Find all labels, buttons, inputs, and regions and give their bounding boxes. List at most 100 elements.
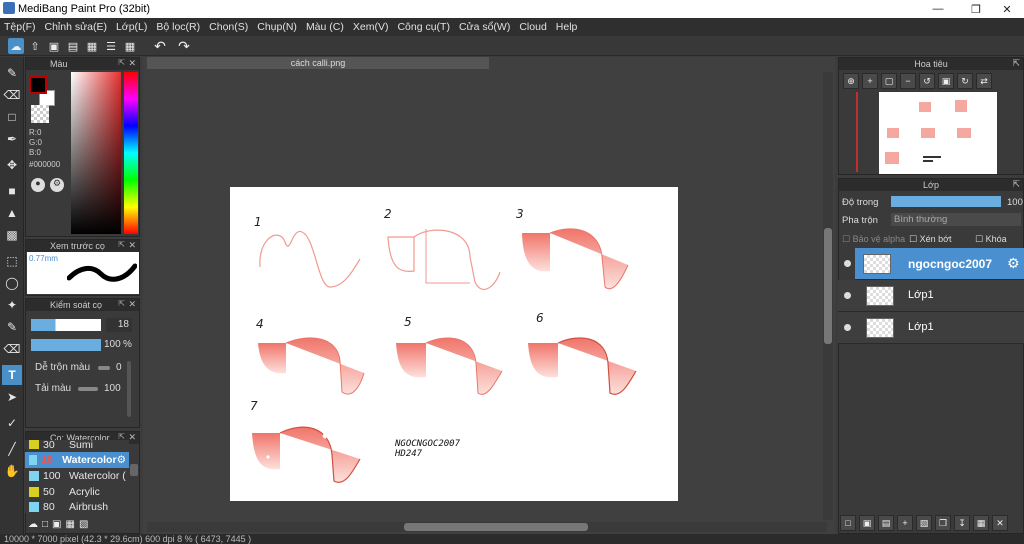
rotate-left-icon[interactable]: ↺: [919, 73, 935, 89]
pin-icon[interactable]: ⇱: [118, 240, 125, 249]
transparent-swatch[interactable]: [31, 105, 49, 123]
brush-list-item[interactable]: 100 Watercolor (: [25, 468, 129, 484]
foreground-color-swatch[interactable]: [29, 76, 47, 94]
brush-settings-icon[interactable]: ▦: [66, 519, 75, 530]
menu-help[interactable]: Help: [556, 21, 578, 33]
zoom-in-icon[interactable]: +: [862, 73, 878, 89]
add-brush-cloud-icon[interactable]: ☁: [28, 519, 38, 530]
brush-list-item[interactable]: 50 Acrylic: [25, 484, 129, 500]
document-tab[interactable]: cách calli.png: [147, 57, 489, 69]
new-halftone-layer-icon[interactable]: ▣: [859, 515, 875, 531]
pin-icon[interactable]: ⇱: [118, 58, 125, 67]
menu-color[interactable]: Màu (C): [306, 21, 344, 33]
actual-size-icon[interactable]: ▢: [881, 73, 897, 89]
layer-visibility-icon[interactable]: [844, 292, 851, 299]
menu-cloud[interactable]: Cloud: [519, 21, 546, 33]
close-icon[interactable]: ✕: [128, 240, 136, 251]
page-icon[interactable]: ▦: [84, 38, 100, 54]
close-icon[interactable]: ✕: [128, 299, 136, 310]
brush-opacity-slider[interactable]: [31, 339, 101, 351]
menu-view[interactable]: Xem(V): [353, 21, 389, 33]
brush-list-item[interactable]: 18 Watercolor ⚙: [25, 452, 129, 468]
menu-edit[interactable]: Chỉnh sửa(E): [45, 21, 107, 33]
palette-icon[interactable]: ●: [31, 178, 45, 192]
delete-layer-icon[interactable]: ✕: [992, 515, 1008, 531]
eyedropper-tool-icon[interactable]: ✓: [2, 413, 22, 433]
dot-tool-icon[interactable]: □: [2, 107, 22, 127]
lock-checkbox[interactable]: ☐ Khóa: [975, 234, 1007, 245]
brush-list-item[interactable]: 30 Sumi: [25, 440, 129, 449]
load-slider[interactable]: [78, 387, 98, 391]
text-tool-icon[interactable]: T: [2, 365, 22, 385]
new-layer-icon[interactable]: □: [840, 515, 856, 531]
horizontal-scroll-thumb[interactable]: [404, 523, 588, 531]
magic-wand-tool-icon[interactable]: ✦: [2, 295, 22, 315]
menu-snap[interactable]: Chụp(N): [257, 21, 297, 33]
brush-list-item[interactable]: 80 Airbrush: [25, 500, 129, 513]
vertical-scroll-thumb[interactable]: [824, 228, 832, 344]
layer-settings-icon[interactable]: ▦: [973, 515, 989, 531]
minimize-button[interactable]: —: [921, 0, 955, 18]
comment-icon[interactable]: ▣: [46, 38, 62, 54]
menu-tools[interactable]: Công cụ(T): [397, 21, 450, 33]
gradient-tool-icon[interactable]: ▩: [2, 225, 22, 245]
pin-icon[interactable]: ⇱: [118, 299, 125, 308]
menu-select[interactable]: Chọn(S): [209, 21, 248, 33]
close-icon[interactable]: ✕: [128, 58, 136, 69]
close-icon[interactable]: ⇱: [1012, 179, 1020, 190]
export-icon[interactable]: ⇧: [27, 38, 43, 54]
gear-icon[interactable]: ⚙: [1007, 255, 1020, 272]
layer-visibility-icon[interactable]: [844, 260, 851, 267]
undo-icon[interactable]: ↶: [152, 38, 168, 54]
bucket-tool-icon[interactable]: ▲: [2, 203, 22, 223]
select-rect-tool-icon[interactable]: ⬚: [2, 251, 22, 271]
saturation-value-picker[interactable]: [71, 72, 121, 234]
layer-opacity-slider[interactable]: [891, 196, 1001, 207]
folder-icon[interactable]: ▧: [79, 519, 88, 530]
new-8bit-layer-icon[interactable]: ▤: [878, 515, 894, 531]
hand-tool-icon[interactable]: ✋: [2, 461, 22, 481]
grid-icon[interactable]: ▦: [122, 38, 138, 54]
maximize-button[interactable]: ❐: [959, 0, 993, 18]
select-pen-tool-icon[interactable]: ✎: [2, 317, 22, 337]
brush-size-value[interactable]: 18: [106, 318, 132, 332]
protect-alpha-checkbox[interactable]: ☐ Bảo vệ alpha: [842, 234, 905, 245]
menu-filter[interactable]: Bộ lọc(R): [156, 21, 200, 33]
select-eraser-tool-icon[interactable]: ⌫: [2, 339, 22, 359]
zoom-fit-icon[interactable]: ⊕: [843, 73, 859, 89]
layer-row-selected[interactable]: ngocngoc2007 ⚙: [844, 248, 1024, 280]
add-brush-icon[interactable]: ▣: [52, 519, 61, 530]
brush-control-scrollbar[interactable]: [127, 361, 131, 417]
flip-icon[interactable]: ⇄: [976, 73, 992, 89]
menu-layer[interactable]: Lớp(L): [116, 21, 147, 33]
layer-row[interactable]: Lớp1: [838, 280, 1024, 312]
pen-tool-icon[interactable]: ✒: [2, 129, 22, 149]
merge-down-icon[interactable]: ↧: [954, 515, 970, 531]
brush-list-scrollbar[interactable]: [130, 464, 138, 476]
folder-icon[interactable]: ▧: [916, 515, 932, 531]
move-tool-icon[interactable]: ✥: [2, 155, 22, 175]
zoom-out-icon[interactable]: −: [900, 73, 916, 89]
fit-screen-icon[interactable]: ▣: [938, 73, 954, 89]
palette-settings-icon[interactable]: ⚙: [50, 178, 64, 192]
menu-window[interactable]: Cửa sổ(W): [459, 21, 510, 33]
hue-slider[interactable]: [124, 72, 138, 234]
eraser-tool-icon[interactable]: ⌫: [2, 85, 22, 105]
cloud-icon[interactable]: ☁: [8, 38, 24, 54]
operation-tool-icon[interactable]: ➤: [2, 387, 22, 407]
navigator-thumbnail[interactable]: [879, 92, 997, 174]
brush-tool-icon[interactable]: ✎: [2, 63, 22, 83]
blend-mode-select[interactable]: Bình thường: [891, 213, 1021, 226]
menu-file[interactable]: Tệp(F): [4, 21, 36, 33]
canvas-document[interactable]: 1 2 3 4 5 6 7 NGOCNGOC2007 HD247: [230, 187, 678, 501]
redo-icon[interactable]: ↷: [176, 38, 192, 54]
close-button[interactable]: ✕: [990, 0, 1024, 18]
duplicate-layer-icon[interactable]: ❐: [935, 515, 951, 531]
close-icon[interactable]: ⇱: [1012, 58, 1020, 69]
add-layer-dropdown-icon[interactable]: +: [897, 515, 913, 531]
brush-size-slider[interactable]: [31, 319, 101, 331]
rotate-right-icon[interactable]: ↻: [957, 73, 973, 89]
clipping-checkbox[interactable]: ☐ Xén bớt: [909, 234, 952, 245]
list-icon[interactable]: ☰: [103, 38, 119, 54]
close-icon[interactable]: ✕: [128, 432, 136, 443]
